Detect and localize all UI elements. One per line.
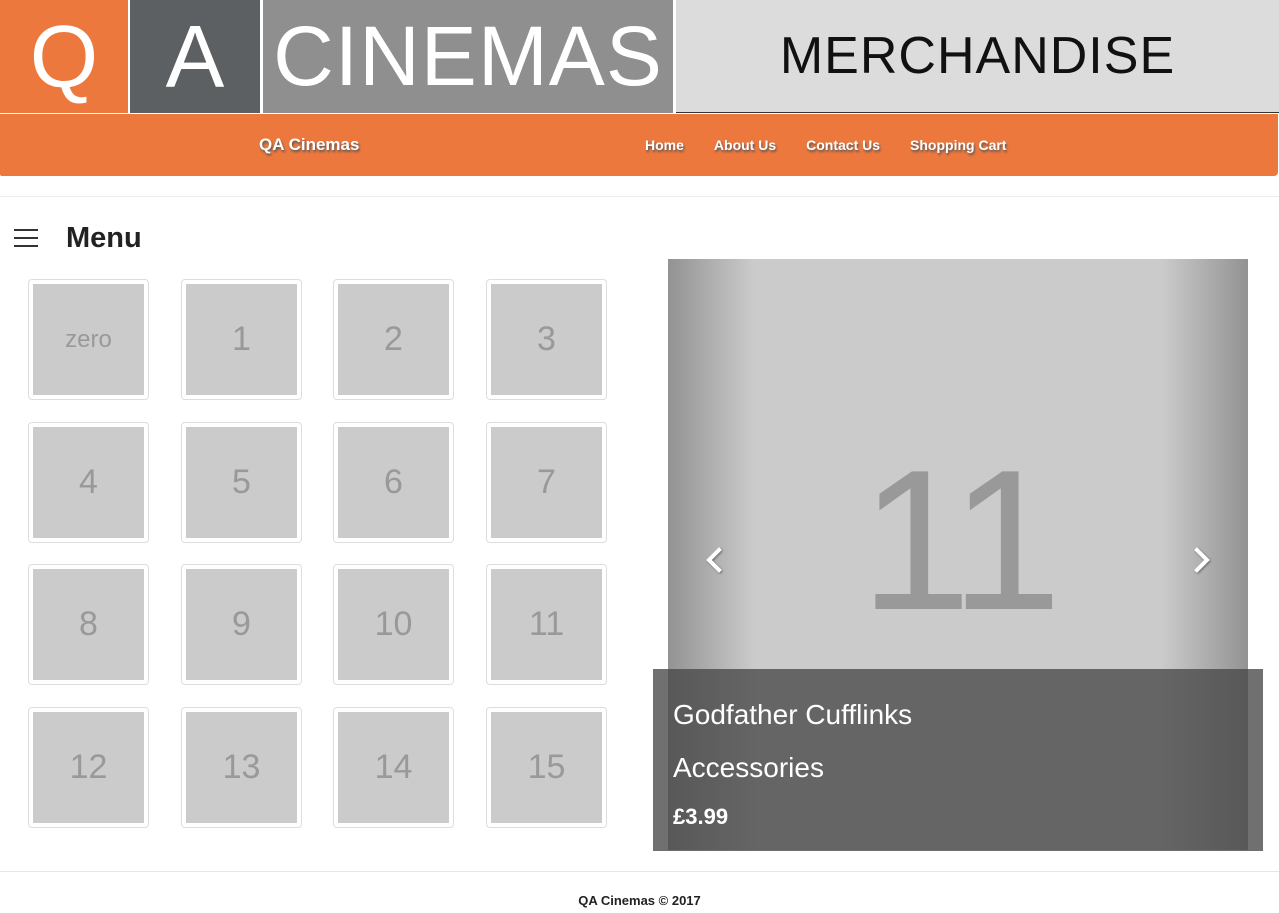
main-navbar: QA Cinemas Home About Us Contact Us Shop… [0, 114, 1278, 176]
product-tile[interactable]: 10 [333, 564, 454, 685]
product-tile[interactable]: 14 [333, 707, 454, 828]
product-tile[interactable]: 6 [333, 422, 454, 543]
product-tile[interactable]: 2 [333, 279, 454, 400]
product-thumbnail: 14 [338, 712, 449, 823]
navbar-brand-link[interactable]: QA Cinemas [259, 114, 359, 176]
nav-link-home[interactable]: Home [630, 114, 699, 176]
carousel-caption: Godfather Cufflinks Accessories £3.99 [653, 669, 1263, 851]
product-thumbnail: 1 [186, 284, 297, 395]
nav-link-about-us[interactable]: About Us [699, 114, 791, 176]
product-tile[interactable]: 5 [181, 422, 302, 543]
product-tile[interactable]: 12 [28, 707, 149, 828]
product-thumbnail: 11 [491, 569, 602, 680]
product-tile[interactable]: 15 [486, 707, 607, 828]
chevron-left-icon[interactable] [700, 545, 730, 575]
product-thumbnail: 10 [338, 569, 449, 680]
product-tile[interactable]: zero [28, 279, 149, 400]
product-thumbnail: 9 [186, 569, 297, 680]
navbar-divider [0, 196, 1279, 197]
product-grid: zero 1 2 3 4 5 6 7 8 9 10 11 12 13 14 15 [28, 279, 608, 829]
product-thumbnail: zero [33, 284, 144, 395]
product-tile[interactable]: 8 [28, 564, 149, 685]
nav-links: Home About Us Contact Us Shopping Cart [630, 114, 1021, 176]
product-thumbnail: 8 [33, 569, 144, 680]
hamburger-icon[interactable] [14, 228, 38, 248]
product-thumbnail: 7 [491, 427, 602, 538]
product-tile[interactable]: 4 [28, 422, 149, 543]
product-tile[interactable]: 1 [181, 279, 302, 400]
product-thumbnail: 5 [186, 427, 297, 538]
logo-q-block: Q [0, 0, 128, 113]
product-thumbnail: 15 [491, 712, 602, 823]
product-tile[interactable]: 3 [486, 279, 607, 400]
product-thumbnail: 13 [186, 712, 297, 823]
product-thumbnail: 12 [33, 712, 144, 823]
footer-copyright: QA Cinemas © 2017 [578, 893, 701, 908]
product-tile[interactable]: 9 [181, 564, 302, 685]
product-thumbnail: 2 [338, 284, 449, 395]
nav-link-shopping-cart[interactable]: Shopping Cart [895, 114, 1021, 176]
carousel-slide-label: 11 [860, 429, 1062, 652]
product-category: Accessories [673, 752, 824, 783]
product-title: Godfather Cufflinks [673, 699, 913, 730]
nav-link-contact-us[interactable]: Contact Us [791, 114, 895, 176]
product-thumbnail: 4 [33, 427, 144, 538]
product-tile[interactable]: 11 [486, 564, 607, 685]
product-price: £3.99 [673, 804, 729, 829]
footer-divider [0, 871, 1279, 872]
product-tile[interactable]: 7 [486, 422, 607, 543]
logo-cinemas-block: CINEMAS [263, 0, 673, 113]
product-thumbnail: 3 [491, 284, 602, 395]
product-thumbnail: 6 [338, 427, 449, 538]
site-banner: Q A CINEMAS MERCHANDISE [0, 0, 1279, 113]
chevron-right-icon[interactable] [1186, 545, 1216, 575]
menu-header[interactable]: Menu [14, 218, 142, 258]
product-tile[interactable]: 13 [181, 707, 302, 828]
menu-title: Menu [66, 221, 142, 254]
page-section-title: MERCHANDISE [676, 0, 1279, 113]
logo-a-block: A [130, 0, 260, 113]
